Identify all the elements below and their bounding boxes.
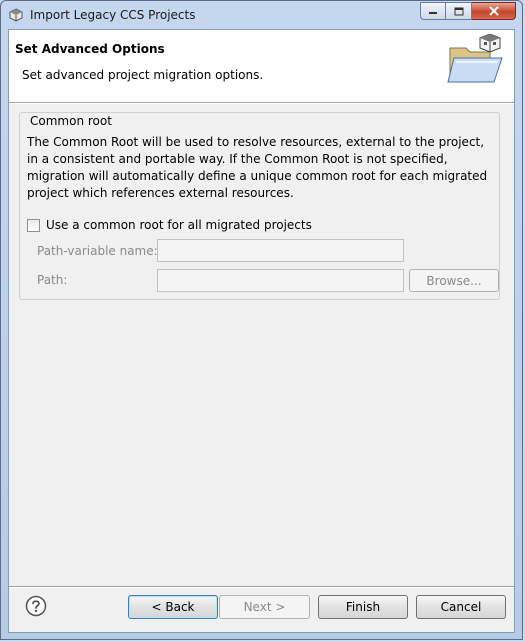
page-description: Set advanced project migration options.: [22, 68, 264, 82]
wizard-header: Set Advanced Options Set advanced projec…: [9, 30, 514, 102]
maximize-button[interactable]: [446, 2, 472, 20]
path-label: Path:: [37, 273, 68, 287]
finish-button[interactable]: Finish: [318, 595, 408, 619]
ccs-logo-icon: [9, 8, 23, 22]
close-icon: [488, 6, 499, 16]
help-icon[interactable]: [25, 595, 47, 617]
page-title: Set Advanced Options: [15, 42, 165, 56]
title-bar[interactable]: Import Legacy CCS Projects: [1, 1, 522, 29]
path-variable-name-input[interactable]: [157, 239, 404, 262]
use-common-root-label[interactable]: Use a common root for all migrated proje…: [46, 218, 312, 232]
use-common-root-checkbox[interactable]: [27, 218, 40, 232]
finish-button-label: Finish: [345, 600, 381, 614]
next-button-label: Next >: [243, 600, 286, 614]
footer-separator-highlight: [9, 587, 514, 588]
window-controls: [420, 2, 516, 20]
folder-with-package-icon: [447, 34, 503, 83]
cancel-button[interactable]: Cancel: [416, 595, 506, 619]
back-button[interactable]: < Back: [128, 595, 218, 619]
header-separator-highlight: [9, 103, 514, 104]
use-common-root-option[interactable]: Use a common root for all migrated proje…: [27, 218, 312, 232]
dialog-window: Import Legacy CCS Projects Set Advanced …: [0, 0, 523, 640]
common-root-description: The Common Root will be used to resolve …: [27, 135, 488, 200]
path-input[interactable]: [157, 269, 404, 292]
wizard-content: Set Advanced Options Set advanced projec…: [8, 29, 515, 633]
window-title: Import Legacy CCS Projects: [30, 8, 196, 22]
minimize-icon: [429, 12, 437, 14]
cancel-button-label: Cancel: [440, 600, 482, 614]
next-button[interactable]: Next >: [219, 595, 310, 619]
common-root-group-label: Common root: [28, 114, 114, 128]
close-button[interactable]: [472, 2, 516, 20]
minimize-button[interactable]: [420, 2, 446, 20]
path-variable-name-label: Path-variable name:: [37, 244, 158, 258]
browse-button-label: Browse...: [426, 273, 482, 288]
browse-button[interactable]: Browse...: [409, 269, 499, 292]
maximize-icon: [454, 7, 463, 15]
back-button-label: < Back: [151, 600, 195, 614]
